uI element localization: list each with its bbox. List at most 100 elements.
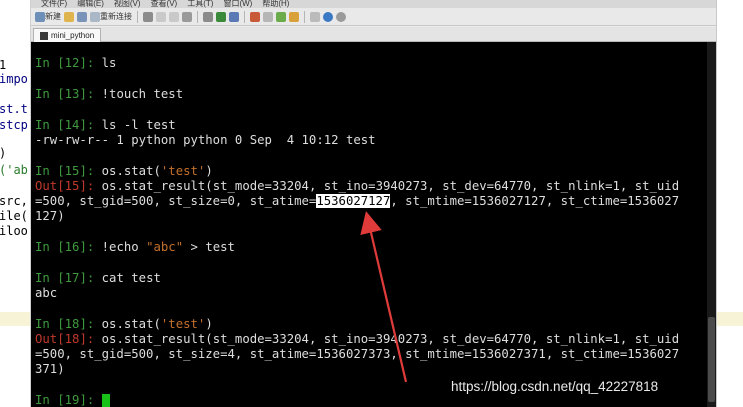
code-text: !touch test [101,87,184,101]
info-icon[interactable] [336,11,346,22]
output-line: 371) [35,362,679,377]
string-literal: 'test' [160,317,206,331]
input-prompt: In [ [35,393,65,407]
keyboard-icon[interactable] [263,11,273,22]
right-panel-line-highlight [717,312,743,326]
properties-icon[interactable] [143,11,153,22]
reconnect-button[interactable]: 重新连接 [90,10,132,24]
editor-code-line: iloo [0,224,28,238]
menu-item[interactable]: 工具(T) [187,0,213,8]
reconnect-icon [90,11,100,22]
input-prompt: ]: [79,393,102,407]
new-session-button[interactable]: 新建 [35,10,61,24]
editor-code-line: src, [0,194,28,208]
input-prompt-number: 12 [64,56,80,70]
editor-code-line: stcp [0,118,28,132]
menu-item[interactable]: 视图(V) [114,0,141,8]
script-icon[interactable] [250,11,260,22]
open-folder-icon[interactable] [64,11,74,22]
selected-text: 1536027127 [316,194,391,208]
output-line: 127) [35,209,679,224]
menu-item[interactable]: 文件(F) [41,0,67,8]
scrollbar-thumb[interactable] [708,317,715,402]
editor-code-line: 1 [0,58,6,72]
input-prompt: In [ [35,271,65,285]
input-prompt: In [ [35,118,65,132]
input-prompt: In [ [35,240,65,254]
string-literal: 'test' [160,164,206,178]
output-line: =500, st_gid=500, st_size=0, st_atime=15… [35,194,679,209]
toolbar-separator [197,10,198,23]
input-prompt-number: 14 [64,118,80,132]
find-icon[interactable] [182,11,192,22]
disconnect-icon[interactable] [77,11,87,22]
input-line: In [16]: !echo "abc" > test [35,240,679,255]
string-literal: "abc" [146,240,184,254]
copy-icon[interactable] [156,11,166,22]
terminal-output[interactable]: In [12]: ls In [13]: !touch test In [14]: … [31,42,707,407]
watermark-url: https://blog.csdn.net/qq_42227818 [451,379,659,394]
menu-item[interactable]: 编辑(E) [77,0,104,8]
tab-mini-python[interactable]: mini_python [33,28,102,42]
code-text: !echo [101,240,147,254]
globe-icon[interactable] [216,11,226,22]
code-text: 127) [35,209,65,223]
code-text: cat test [101,271,161,285]
code-text: ) [205,317,213,331]
input-line: In [19]: [35,393,679,407]
output-text: , st_mtime=1536027127, st_ctime=1536027 [390,194,680,208]
input-prompt-number: 19 [64,393,80,407]
transfer-icon[interactable] [229,11,239,22]
paste-icon[interactable] [169,11,179,22]
code-text: ls -l test [101,118,176,132]
output-prompt-number: 18 [64,332,80,346]
message-icon[interactable] [310,11,320,22]
background-right-panel [716,0,743,407]
input-line: In [12]: ls [35,56,679,71]
input-line: In [15]: os.stat('test') [35,164,679,179]
code-text: os.stat_result(st_mode=33204, st_ino=394… [101,332,680,346]
input-prompt-number: 16 [64,240,80,254]
editor-code-line: ile( [0,209,28,223]
menu-item[interactable]: 查看(V) [151,0,178,8]
code-text: os.stat( [101,317,161,331]
lock-icon[interactable] [289,11,299,22]
editor-code-line: st.t [0,102,28,116]
input-line: In [18]: os.stat('test') [35,317,679,332]
input-prompt: In [ [35,164,65,178]
code-text: abc [35,286,58,300]
output-line: -rw-rw-r-- 1 python python 0 Sep 4 10:12… [35,133,679,148]
menu-item[interactable]: 帮助(H) [262,0,289,8]
input-prompt: ]: [79,164,102,178]
menu-bar: 文件(F) 编辑(E) 视图(V) 查看(V) 工具(T) 窗口(W) 帮助(H) [31,0,716,8]
output-prompt: ]: [79,179,102,193]
help-icon[interactable] [323,11,333,22]
editor-current-line-highlight [0,312,30,326]
editor-code-line: impo [0,72,28,86]
text-cursor [101,394,110,407]
layout-icon[interactable] [276,11,286,22]
new-session-label: 新建 [45,12,61,21]
menu-item[interactable]: 窗口(W) [223,0,252,8]
input-prompt-number: 13 [64,87,80,101]
code-text: -rw-rw-r-- 1 python python 0 Sep 4 10:12… [35,133,376,147]
output-text: =500, st_gid=500, st_size=0, st_atime= [35,194,317,208]
toolbar-separator [304,10,305,23]
terminal-scrollbar[interactable] [707,42,716,407]
background-editor-panel: 1 impo st.t stcp) ('ab src,ile(iloo [0,0,31,407]
input-prompt: ]: [79,317,102,331]
code-text: =500, st_gid=500, st_size=4, st_atime=15… [35,347,680,361]
input-line: In [14]: ls -l test [35,118,679,133]
input-prompt: In [ [35,87,65,101]
print-icon[interactable] [203,11,213,22]
new-session-icon [35,11,45,22]
toolbar-separator [244,10,245,23]
output-line: Out[15]: os.stat_result(st_mode=33204, s… [35,179,679,194]
output-line: abc [35,286,679,301]
